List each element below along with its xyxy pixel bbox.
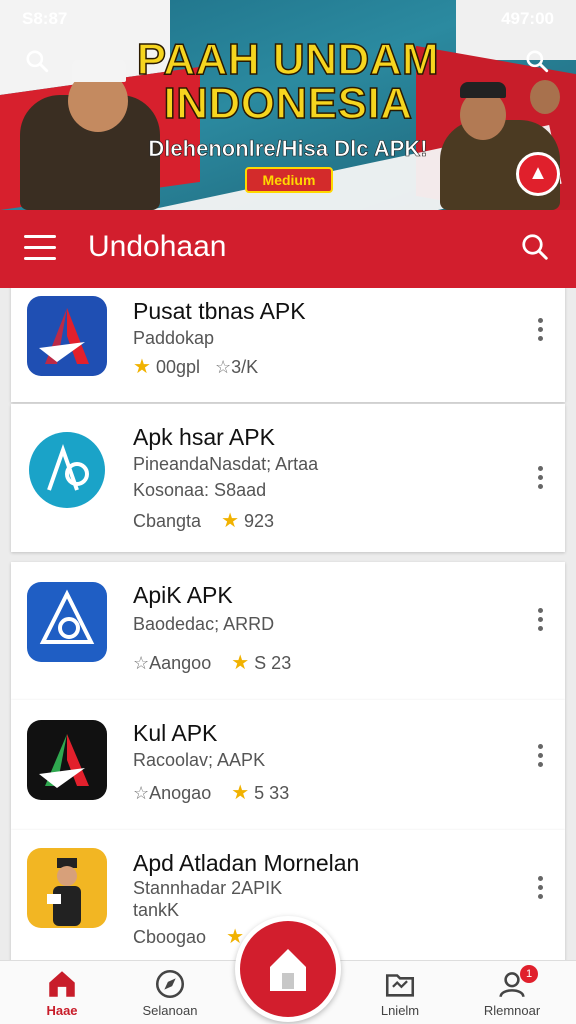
- app-name: Pusat tbnas APK: [133, 298, 306, 324]
- status-left-text: S8:87: [22, 9, 68, 28]
- app-publisher: PineandaNasdat; Artaa: [133, 454, 319, 474]
- more-vert-icon[interactable]: [535, 876, 545, 902]
- nav-explore-label: Selanoan: [142, 1003, 198, 1018]
- star-outline-icon: ☆: [215, 357, 232, 377]
- app-rating: 923: [244, 511, 275, 531]
- app-meta-label: Aangoo: [149, 653, 212, 673]
- status-right-text: 497:00: [501, 9, 554, 28]
- home-fab-button[interactable]: [235, 916, 341, 1022]
- nav-profile-label: Rlemnoar: [483, 1003, 541, 1018]
- app-meta-label: 00gpl: [155, 357, 200, 377]
- banner-title: PAAH UNDAM INDONESIA: [0, 35, 576, 128]
- status-bar: S8:87 497:00: [0, 0, 576, 38]
- star-icon: ★: [231, 782, 250, 804]
- app-rating: S 23: [254, 653, 292, 673]
- app-publisher: Racoolav; AAPK: [133, 750, 266, 770]
- app-publisher: Stannhadar 2APIK: [133, 878, 283, 898]
- app-name: Apk hsar APK: [133, 424, 275, 450]
- promo-banner[interactable]: S8:87 497:00 PAAH UNDAM INDONESIA Dlehen…: [0, 0, 576, 210]
- home-icon: [270, 949, 306, 991]
- star-icon: ★: [231, 652, 250, 674]
- app-list: Pusat tbnas APK Paddokap ★ 00gpl ☆3/K Ap…: [0, 288, 576, 960]
- banner-subtitle: Dlehenonlre/Hisa Dlc APK!: [148, 136, 428, 162]
- nav-home-label: Haae: [46, 1003, 78, 1018]
- app-meta: ☆Anogao ★ 5 33: [133, 780, 289, 805]
- more-vert-icon[interactable]: [535, 318, 545, 344]
- app-rating: 5 33: [254, 783, 290, 803]
- app-icon: [27, 430, 107, 510]
- banner-title-line2: INDONESIA: [163, 79, 413, 128]
- app-meta-label: Anogao: [149, 783, 212, 803]
- app-card[interactable]: Kul APK Racoolav; AAPK ☆Anogao ★ 5 33: [11, 700, 565, 830]
- app-meta: Cbangta ★ 923: [133, 508, 274, 533]
- app-publisher: Paddokap: [133, 328, 215, 348]
- app-meta-label: Cboogao: [133, 927, 207, 947]
- banner-badge[interactable]: Medium: [245, 167, 333, 193]
- app-card[interactable]: ApiK APK Baodedac; ARRD ☆Aangoo ★ S 23: [11, 562, 565, 700]
- app-card[interactable]: Pusat tbnas APK Paddokap ★ 00gpl ☆3/K: [11, 288, 565, 402]
- app-meta-label: Cbangta: [133, 511, 202, 531]
- star-icon: ★: [133, 356, 151, 378]
- search-icon[interactable]: [520, 232, 550, 262]
- app-name: Kul APK: [133, 720, 218, 746]
- app-icon: [27, 582, 107, 662]
- star-outline-icon: ☆: [133, 783, 150, 803]
- nav-explore[interactable]: Selanoan: [120, 967, 220, 1018]
- more-vert-icon[interactable]: [535, 466, 545, 492]
- nav-profile[interactable]: 1 Rlemnoar: [462, 965, 562, 1018]
- app-icon: [27, 296, 107, 376]
- app-description: tankK: [133, 900, 180, 920]
- app-meta: ☆Aangoo ★ S 23: [133, 650, 291, 675]
- nav-library-label: Lnielm: [380, 1003, 420, 1018]
- menu-icon[interactable]: [24, 235, 56, 263]
- app-publisher: Baodedac; ARRD: [133, 614, 275, 634]
- home-icon: [49, 971, 75, 997]
- app-name: ApiK APK: [133, 582, 233, 608]
- app-icon: [27, 848, 107, 928]
- notification-badge: 1: [520, 965, 538, 983]
- folder-icon: [385, 974, 415, 997]
- app-description: Kosonaa: S8aad: [133, 480, 267, 500]
- more-vert-icon[interactable]: [535, 608, 545, 634]
- app-meta: ★ 00gpl ☆3/K: [133, 354, 258, 379]
- app-meta: Cboogao ★: [133, 924, 244, 949]
- star-outline-icon: ☆: [133, 653, 150, 673]
- more-vert-icon[interactable]: [535, 744, 545, 770]
- app-name: Apd Atladan Mornelan: [133, 850, 360, 876]
- app-rating: 3/K: [231, 357, 259, 377]
- banner-title-line1: PAAH UNDAM: [136, 35, 440, 84]
- star-icon: ★: [221, 510, 240, 532]
- compass-icon: [155, 969, 185, 999]
- app-icon: [27, 720, 107, 800]
- nav-home[interactable]: Haae: [12, 967, 112, 1018]
- app-bar: Undohaan: [0, 210, 576, 288]
- app-card[interactable]: Apk hsar APK PineandaNasdat; Artaa Koson…: [11, 404, 565, 552]
- nav-library[interactable]: Lnielm: [350, 967, 450, 1018]
- app-bar-title: Undohaan: [88, 230, 227, 263]
- thumbs-up-icon[interactable]: ▲: [516, 152, 560, 196]
